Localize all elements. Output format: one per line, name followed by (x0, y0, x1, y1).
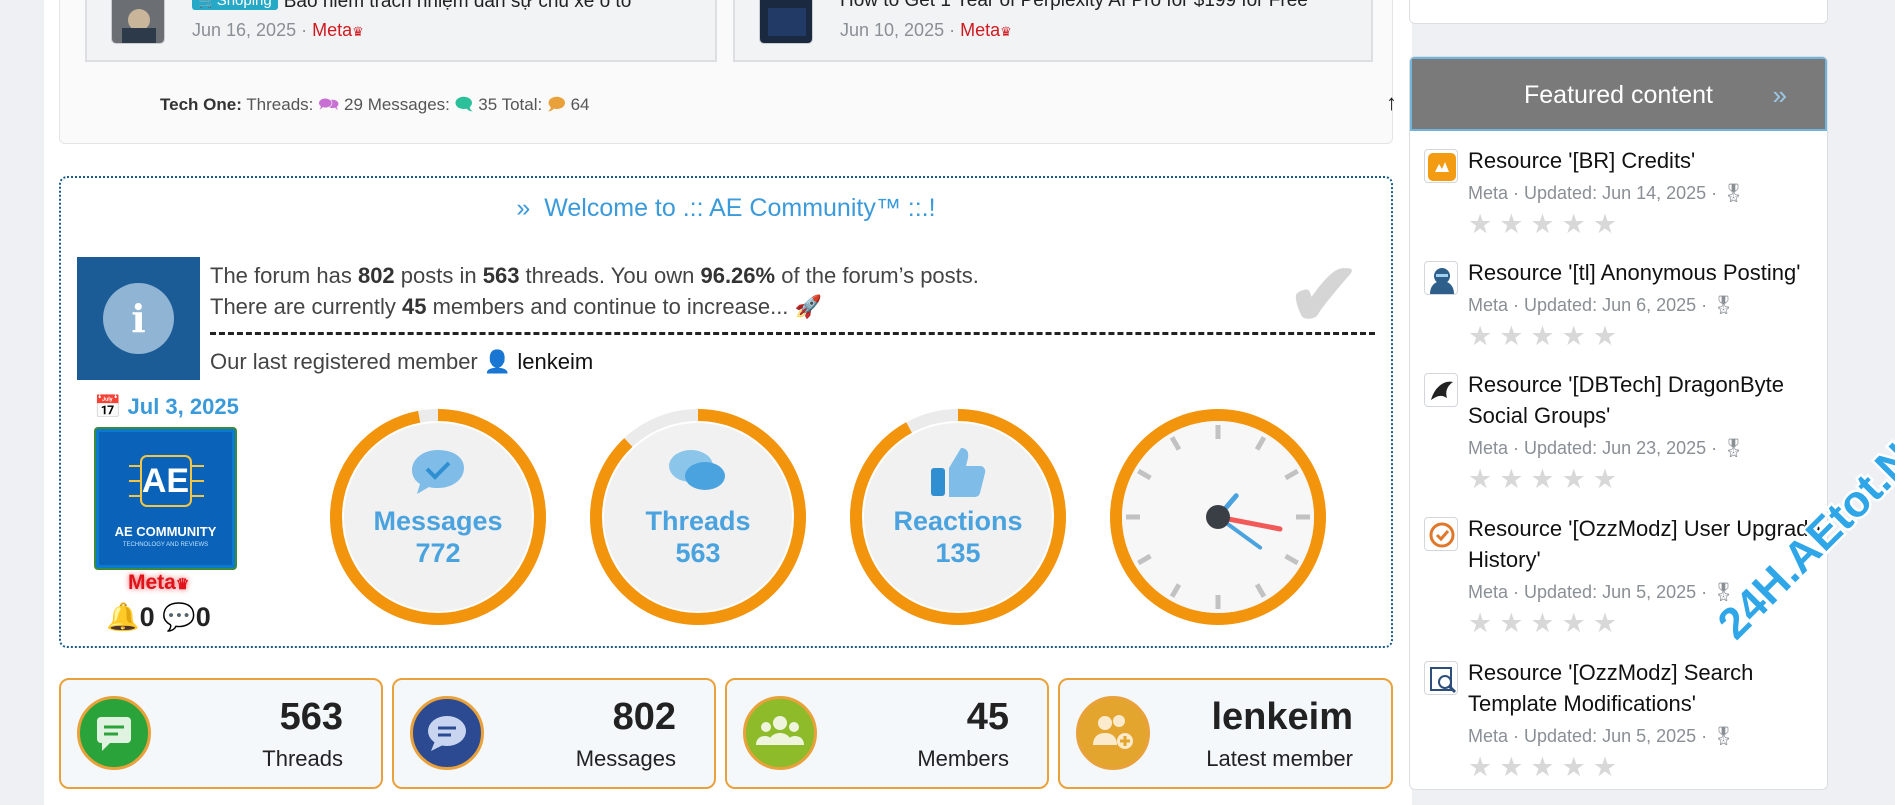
post-title[interactable]: How to Get 1 Year of Perplexity AI Pro f… (840, 0, 1308, 12)
comments-icon (667, 448, 727, 501)
author-link[interactable]: Meta (960, 20, 1000, 40)
forum-summary-line: The forum has 802 posts in 563 threads. … (210, 263, 979, 288)
forum-stats-line: Tech One: Threads: 🗪 29 Messages: 🗨 35 T… (160, 95, 590, 114)
info-icon: i (103, 283, 174, 354)
reactions-ring: Reactions 135 (847, 406, 1069, 628)
featured-content-heading[interactable]: Featured content» (1410, 57, 1827, 131)
post-meta: Jun 16, 2025 · Meta♛ (192, 20, 364, 40)
crown-icon: ♛ (175, 576, 190, 593)
page-gutter (1829, 0, 1895, 805)
total-icon: 🗩 (546, 95, 566, 114)
user-icon: 👤 (483, 349, 512, 374)
collapse-arrow-icon[interactable]: ↑ (1386, 90, 1397, 116)
bell-icon[interactable]: 🔔 (106, 602, 140, 632)
site-logo[interactable]: AE AE COMMUNITY TECHNOLOGY AND REVIEWS (94, 427, 237, 570)
award-icon: 🎖 (1722, 438, 1746, 458)
add-user-icon (1076, 696, 1150, 770)
conversations-count: 0 (195, 602, 211, 632)
resource-thumbnail (1424, 261, 1458, 295)
check-icon: ✔ (1287, 245, 1361, 344)
shop-badge: 🛒Shoping (192, 0, 278, 10)
resource-link[interactable]: Resource '[tl] Anonymous Posting' (1468, 260, 1800, 285)
award-icon: 🎖 (1722, 183, 1746, 203)
calendar-icon: 📅 (94, 394, 122, 419)
post-thumbnail (111, 0, 165, 44)
clock-widget (1107, 406, 1329, 628)
messages-ring: Messages 772 (327, 406, 549, 628)
messages-icon: 🗨 (454, 95, 474, 114)
rating-stars: ★★★★★ (1468, 209, 1625, 239)
featured-content-block: Featured content» Resource '[BR] Credits… (1409, 56, 1828, 790)
divider (210, 332, 1375, 335)
date-label: 📅 Jul 3, 2025 (94, 394, 239, 419)
crown-icon: ♛ (352, 24, 364, 39)
last-member-link[interactable]: lenkeim (517, 349, 593, 374)
resource-thumbnail (1424, 661, 1458, 695)
members-summary-line: There are currently 45 members and conti… (210, 294, 822, 319)
cart-icon: 🛒 (198, 0, 217, 9)
alerts-count: 0 (139, 602, 155, 632)
award-icon: 🎖 (1712, 295, 1736, 315)
welcome-box: » Welcome to .:: AE Community™ ::.! i Th… (59, 176, 1393, 648)
tech-one-panel: 🛒Shoping Bảo hiểm trách nhiệm dân sự chủ … (59, 0, 1397, 144)
sidebar-block-top (1409, 0, 1828, 24)
clock-icon (1110, 409, 1326, 625)
resource-thumbnail (1424, 517, 1458, 551)
resource-link[interactable]: Resource '[BR] Credits' (1468, 148, 1695, 173)
welcome-title: » Welcome to .:: AE Community™ ::.! (516, 194, 936, 222)
members-stat-icon (743, 696, 817, 770)
resource-link[interactable]: Resource '[DBTech] DragonByte Social Gro… (1468, 372, 1784, 428)
info-tile: i (77, 257, 200, 380)
threads-ring: Threads 563 (587, 406, 809, 628)
rating-stars: ★★★★★ (1468, 464, 1625, 494)
resource-link[interactable]: Resource '[OzzModz] Search Template Modi… (1468, 660, 1753, 716)
messages-stat-card: 802 Messages (392, 678, 716, 789)
members-stat-card: 45 Members (725, 678, 1049, 789)
thumbs-up-icon (929, 446, 987, 503)
author-link[interactable]: Meta (312, 20, 352, 40)
double-chevron-icon: » (1772, 80, 1787, 110)
username[interactable]: Meta♛ (128, 571, 189, 595)
post-title[interactable]: 🛒Shoping Bảo hiểm trách nhiệm dân sự chủ … (192, 0, 631, 13)
last-member-line: Our last registered member 👤 lenkeim (210, 349, 594, 374)
message-check-icon (410, 448, 466, 501)
crown-icon: ♛ (1000, 24, 1012, 39)
chat-icon[interactable]: 💬 (162, 602, 196, 632)
rating-stars: ★★★★★ (1468, 321, 1625, 351)
threads-stat-icon (77, 696, 151, 770)
threads-stat-card: 563 Threads (59, 678, 383, 789)
double-chevron-icon: » (516, 194, 531, 222)
latest-post-card[interactable]: 🛒Shoping Bảo hiểm trách nhiệm dân sự chủ … (85, 0, 717, 62)
rating-stars: ★★★★★ (1468, 752, 1625, 782)
resource-thumbnail (1424, 149, 1458, 183)
post-thumbnail (759, 0, 813, 44)
latest-member-link[interactable]: lenkeim (1211, 696, 1353, 739)
rocket-icon: 🚀 (794, 294, 822, 319)
latest-member-stat-card: lenkeim Latest member (1058, 678, 1393, 789)
latest-post-card[interactable]: How to Get 1 Year of Perplexity AI Pro f… (733, 0, 1373, 62)
award-icon: 🎖 (1712, 726, 1736, 746)
post-meta: Jun 10, 2025 · Meta♛ (840, 20, 1012, 40)
user-counters: 🔔0 💬0 (106, 601, 211, 633)
threads-icon: 🗪 (318, 95, 340, 114)
resource-thumbnail (1424, 373, 1458, 407)
messages-stat-icon (410, 696, 484, 770)
